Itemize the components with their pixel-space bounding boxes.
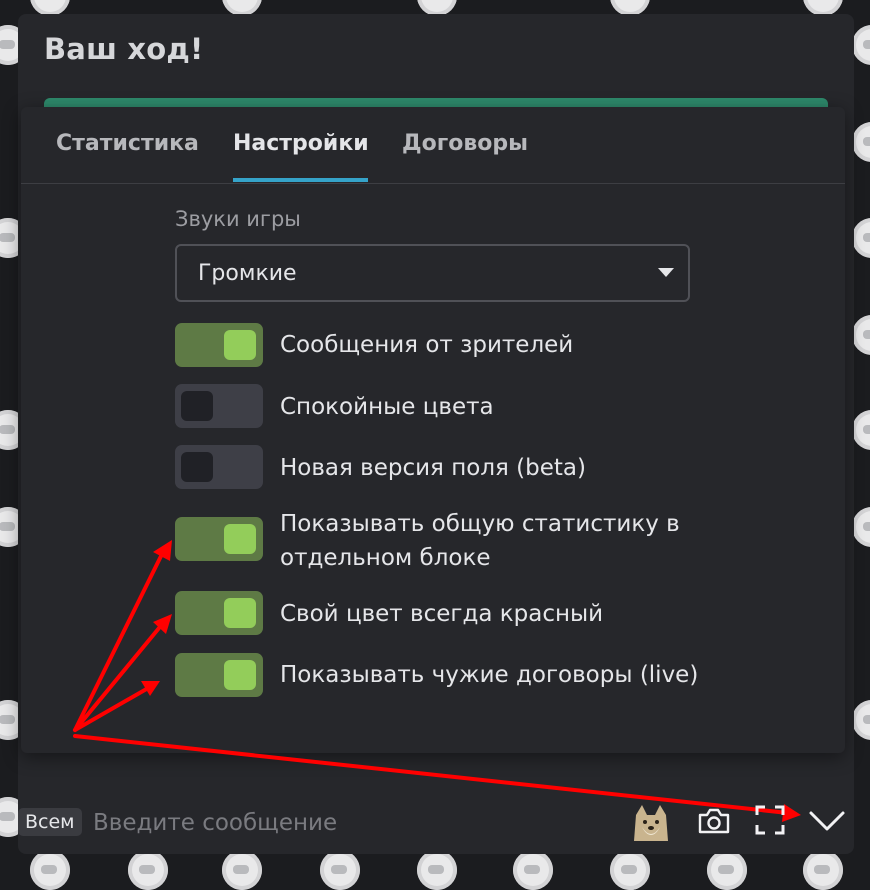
toggle-knob [224, 660, 256, 690]
board-cell-icon [852, 410, 870, 450]
toggle-calm-colors[interactable] [175, 384, 263, 428]
board-cell-icon [852, 218, 870, 258]
fullscreen-icon[interactable] [754, 804, 786, 836]
chevron-down-icon[interactable] [808, 806, 846, 834]
board-cell-icon [707, 850, 747, 890]
tab-settings[interactable]: Настройки [233, 131, 369, 156]
board-cell-icon [417, 850, 457, 890]
turn-title: Ваш ход! [44, 32, 204, 66]
board-cell-icon [852, 315, 870, 355]
toggle-knob [181, 452, 213, 482]
camera-icon[interactable] [697, 806, 731, 836]
toggle-knob [224, 598, 256, 628]
toggle-knob [224, 330, 256, 360]
board-cell-icon [222, 850, 262, 890]
settings-popup: Статистика Настройки Договоры Звуки игры… [21, 107, 845, 753]
toggle-new-field-version[interactable] [175, 445, 263, 489]
chat-message-input[interactable] [93, 806, 573, 840]
option-label: Спокойные цвета [280, 394, 494, 420]
tab-bar: Статистика Настройки Договоры [21, 107, 845, 184]
game-sounds-value: Громкие [198, 261, 297, 286]
option-label: Сообщения от зрителей [280, 332, 574, 358]
toggle-own-color-red[interactable] [175, 591, 263, 635]
toggle-spectator-messages[interactable] [175, 323, 263, 367]
tab-deals[interactable]: Договоры [402, 131, 528, 156]
board-cell-icon [30, 850, 70, 890]
board-cell-icon [852, 507, 870, 547]
tab-statistics[interactable]: Статистика [56, 131, 199, 156]
board-cell-icon [128, 850, 168, 890]
doge-icon[interactable] [630, 801, 672, 843]
option-label: Показывать общую статистику в отдельном … [280, 511, 680, 571]
active-tab-indicator [233, 178, 368, 182]
toggle-knob [224, 524, 256, 554]
board-cell-icon [320, 850, 360, 890]
chat-scope-button[interactable]: Всем [18, 808, 82, 836]
board-cell-icon [610, 850, 650, 890]
game-sounds-label: Звуки игры [175, 207, 301, 231]
option-label: Показывать чужие договоры (live) [280, 662, 699, 688]
board-cell-icon [852, 25, 870, 65]
board-cell-icon [803, 850, 843, 890]
game-sounds-select[interactable]: Громкие [175, 244, 690, 302]
board-cell-icon [852, 700, 870, 740]
board-cell-icon [513, 850, 553, 890]
toggle-separate-stats[interactable] [175, 517, 263, 561]
option-label: Новая версия поля (beta) [280, 455, 586, 481]
board-cell-icon [852, 122, 870, 162]
toggle-knob [181, 391, 213, 421]
caret-down-icon [658, 268, 674, 277]
toggle-others-deals-live[interactable] [175, 653, 263, 697]
option-label: Свой цвет всегда красный [280, 601, 604, 627]
